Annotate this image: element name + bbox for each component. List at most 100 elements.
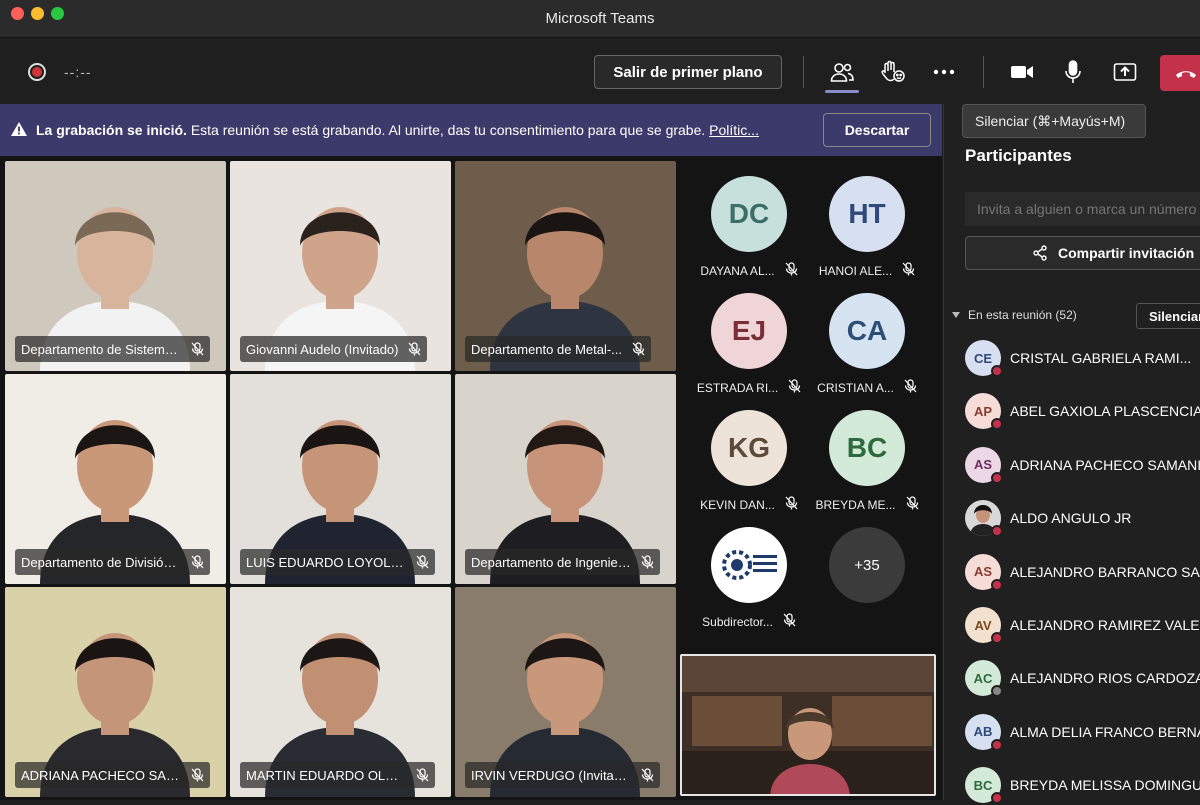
toolbar-divider xyxy=(803,56,804,88)
avatar xyxy=(711,527,787,603)
participant-list-item[interactable]: AV ALEJANDRO RAMIREZ VALENZUELA xyxy=(965,605,1200,645)
invite-input[interactable] xyxy=(965,192,1200,226)
dismiss-button[interactable]: Descartar xyxy=(823,113,931,147)
mic-off-icon xyxy=(906,496,919,513)
reactions-icon[interactable] xyxy=(879,58,907,86)
avatar: AS xyxy=(965,446,1003,484)
participant-name: LUIS EDUARDO LOYOLA S... xyxy=(246,554,406,570)
participant-list-item[interactable]: ALDO ANGULO JR xyxy=(965,498,1200,538)
participant-name: CRISTAL GABRIELA RAMI... xyxy=(1010,350,1192,366)
participant-list-item[interactable]: CE CRISTAL GABRIELA RAMI... xyxy=(965,338,1200,378)
participant-name-label: IRVIN VERDUGO (Invitado) xyxy=(465,762,660,788)
self-video-preview[interactable] xyxy=(680,654,936,796)
avatar-name-row: BREYDA ME... xyxy=(812,496,922,513)
window-title: Microsoft Teams xyxy=(545,10,655,27)
participant-name-label: Giovanni Audelo (Invitado) xyxy=(240,336,428,362)
mic-off-icon xyxy=(191,555,204,569)
avatar: AV xyxy=(965,607,1003,644)
mic-off-icon xyxy=(783,613,796,630)
mic-off-icon xyxy=(416,768,429,782)
avatar-initials: AS xyxy=(973,457,993,473)
in-meeting-section-header[interactable]: En esta reunión (52) xyxy=(952,308,1077,322)
video-tile[interactable]: Departamento de Metal-... xyxy=(455,161,676,371)
participant-name: Departamento de División de ... xyxy=(21,554,181,570)
avatar-tile[interactable]: Subdirector... xyxy=(694,527,804,630)
participant-name: Departamento de Ingenier... xyxy=(471,554,631,570)
participant-name: ADRIANA PACHECO SAM... xyxy=(21,767,181,783)
mic-off-icon xyxy=(785,496,798,513)
avatar-name-row: KEVIN DAN... xyxy=(694,496,804,513)
video-tile[interactable]: IRVIN VERDUGO (Invitado) xyxy=(455,587,676,797)
busy-status-icon xyxy=(991,632,1003,644)
camera-icon[interactable] xyxy=(1008,58,1036,86)
window-titlebar: Microsoft Teams xyxy=(0,0,1200,38)
participant-name-label: Departamento de Sistema... xyxy=(15,336,210,362)
share-screen-icon[interactable] xyxy=(1111,58,1139,86)
avatar-initials: EJ xyxy=(731,315,767,346)
participant-name-label: MARTIN EDUARDO OLMO... xyxy=(240,762,435,788)
avatar: BC xyxy=(829,410,905,486)
participant-name: IRVIN VERDUGO (Invitado) xyxy=(471,767,631,783)
more-options-icon[interactable] xyxy=(930,58,958,86)
avatar-tile[interactable]: KG KEVIN DAN... xyxy=(694,410,804,513)
participant-name: Departamento de Sistema... xyxy=(21,341,181,357)
avatar-initials: BC xyxy=(973,777,993,793)
video-tile[interactable]: Departamento de Ingenier... xyxy=(455,374,676,584)
meeting-toolbar: --:-- Salir de primer plano xyxy=(0,38,1200,104)
video-tile[interactable]: Departamento de Sistema... xyxy=(5,161,226,371)
video-tile[interactable]: MARTIN EDUARDO OLMO... xyxy=(230,587,451,797)
privacy-policy-link[interactable]: Polític... xyxy=(709,122,759,138)
exit-foreground-button[interactable]: Salir de primer plano xyxy=(594,55,782,89)
mic-off-icon xyxy=(785,262,798,279)
busy-status-icon xyxy=(991,578,1003,591)
video-tile[interactable]: Giovanni Audelo (Invitado) xyxy=(230,161,451,371)
avatar: AP xyxy=(965,393,1003,431)
avatar-tile[interactable]: CA CRISTIAN A... xyxy=(812,293,922,396)
avatar-initials: +35 xyxy=(854,556,880,574)
away-status-icon xyxy=(991,685,1003,698)
participant-name: CRISTIAN A... xyxy=(817,380,894,395)
video-tile[interactable]: ADRIANA PACHECO SAM... xyxy=(5,587,226,797)
mic-off-icon xyxy=(191,342,204,356)
participant-name: BREYDA MELISSA DOMINGUEZ xyxy=(1010,777,1200,794)
hang-up-button[interactable] xyxy=(1160,55,1200,91)
avatar-tile[interactable]: DC DAYANA AL... xyxy=(694,176,804,279)
avatar: +35 xyxy=(829,527,905,603)
avatar xyxy=(965,500,1003,538)
participant-list-item[interactable]: AC ALEJANDRO RIOS CARDOZA xyxy=(965,658,1200,698)
meeting-timer: --:-- xyxy=(64,64,92,80)
institution-logo-icon xyxy=(722,550,777,580)
video-tile[interactable]: Departamento de División de ... xyxy=(5,374,226,584)
avatar-tile[interactable]: EJ ESTRADA RI... xyxy=(694,293,804,396)
participant-name: MARTIN EDUARDO OLMO... xyxy=(246,767,406,783)
participant-list-item[interactable]: AP ABEL GAXIOLA PLASCENCIA xyxy=(965,391,1200,431)
mic-off-icon xyxy=(641,768,654,782)
panel-title: Participantes xyxy=(965,146,1072,165)
share-invite-button[interactable]: Compartir invitación xyxy=(965,236,1200,270)
microphone-icon[interactable] xyxy=(1059,58,1087,86)
avatar-tile[interactable]: BC BREYDA ME... xyxy=(812,410,922,513)
participants-panel: Participantes Compartir invitación En es… xyxy=(943,104,1200,805)
participant-list-item[interactable]: BC BREYDA MELISSA DOMINGUEZ xyxy=(965,765,1200,805)
warning-icon xyxy=(11,122,27,136)
participant-name-label: LUIS EDUARDO LOYOLA S... xyxy=(240,549,435,575)
avatar-tile[interactable]: HT HANOI ALE... xyxy=(812,176,922,279)
avatar-initials: CA xyxy=(846,315,888,346)
avatar-initials: DC xyxy=(728,198,770,229)
share-invite-label: Compartir invitación xyxy=(1058,245,1195,261)
avatar: AS xyxy=(965,553,1003,591)
participants-icon[interactable] xyxy=(828,58,856,86)
participant-name-label: ADRIANA PACHECO SAM... xyxy=(15,762,210,788)
mic-off-icon xyxy=(641,555,654,569)
mute-all-button[interactable]: Silenciar xyxy=(1136,303,1200,329)
participant-list-item[interactable]: AB ALMA DELIA FRANCO BERNAL xyxy=(965,712,1200,752)
hang-up-icon xyxy=(1176,71,1196,78)
participant-list-item[interactable]: AS ADRIANA PACHECO SAMANIEGO xyxy=(965,445,1200,485)
busy-status-icon xyxy=(991,471,1003,484)
recording-banner: La grabación se inició. Esta reunión se … xyxy=(0,104,942,156)
avatar: AB xyxy=(965,713,1003,751)
mic-off-icon xyxy=(902,262,915,279)
avatar-tile[interactable]: +35 xyxy=(812,527,922,603)
participant-list-item[interactable]: AS ALEJANDRO BARRANCO SAINZ xyxy=(965,552,1200,592)
video-tile[interactable]: LUIS EDUARDO LOYOLA S... xyxy=(230,374,451,584)
